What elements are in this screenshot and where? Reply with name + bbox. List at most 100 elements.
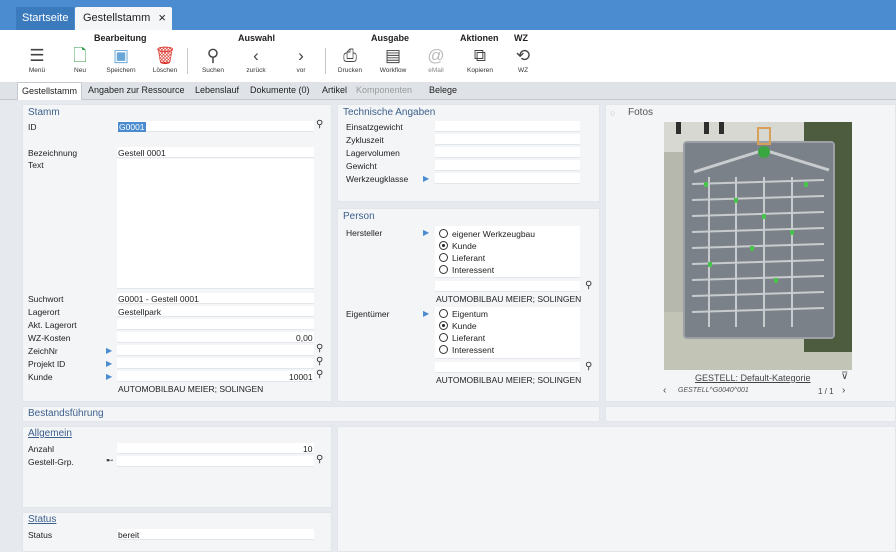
save-icon: ▣ [112,46,130,65]
search-icon[interactable]: ⚲ [316,356,323,367]
allgemein-header: Allgemein [28,428,72,439]
suchen-button[interactable]: ⚲ Suchen [193,46,233,74]
radio-hersteller-kunde[interactable] [439,241,448,250]
speichern-button[interactable]: ▣ Speichern [101,46,141,74]
arrow-right-icon[interactable]: ▶ [423,309,429,318]
eigentuemer-search-field[interactable] [435,362,580,373]
arrow-right-icon[interactable]: ➸ [106,455,114,466]
ribbon-toolbar: Bearbeitung Auswahl Ausgabe Aktionen WZ … [0,30,896,82]
search-icon[interactable]: ⚲ [585,361,592,372]
tab-dokumente[interactable]: Dokumente (0) [250,85,310,95]
id-field[interactable] [117,121,314,132]
collapse-icon[interactable]: ○ [610,108,615,118]
search-icon[interactable]: ⚲ [585,280,592,291]
chevron-right-icon[interactable]: › [842,385,845,396]
hamburger-icon: ☰ [29,46,45,65]
arrow-right-icon[interactable]: ▶ [106,346,112,355]
tab-belege[interactable]: Belege [429,85,457,95]
tab-artikel[interactable]: Artikel [322,85,347,95]
drucken-button[interactable]: ⎙ Drucken [330,46,370,74]
wz-kosten-value: 0,00 [296,333,313,343]
zykluszeit-field[interactable] [435,134,580,145]
bezeichnung-value: Gestell 0001 [118,148,166,158]
werkzeugklasse-label: Werkzeugklasse [346,174,409,184]
kunde-field[interactable] [117,371,314,382]
projekt-field[interactable] [117,358,314,369]
radio-hersteller-interessent[interactable] [439,265,448,274]
kunde-name: AUTOMOBILBAU MEIER; SOLINGEN [118,384,264,394]
radio-eigentuemer-lieferant[interactable] [439,333,448,342]
tab-gestellstamm[interactable]: Gestellstamm × [75,7,172,30]
chevron-left-icon[interactable]: ‹ [663,385,666,396]
tab-komponenten: Komponenten [356,85,413,95]
lagervolumen-field[interactable] [435,147,580,158]
hersteller-name: AUTOMOBILBAU MEIER; SOLINGEN [436,294,582,304]
zeichnr-field[interactable] [117,345,314,356]
arrow-right-icon[interactable]: ▶ [106,359,112,368]
status-field[interactable] [117,529,314,540]
arrow-right-icon[interactable]: ▶ [106,372,112,381]
vor-button[interactable]: › vor [281,46,321,74]
group-ausgabe: Ausgabe [371,33,410,43]
stamm-header: Stamm [28,107,60,118]
radio-eigentuemer-eigentum[interactable] [439,309,448,318]
tab-startseite[interactable]: Startseite [16,7,75,30]
gewicht-field[interactable] [435,160,580,171]
foto-path: GESTELL^G0040^001 [678,387,749,394]
tab-lebenslauf[interactable]: Lebenslauf [195,85,239,95]
anzahl-field[interactable] [117,443,314,454]
arrow-right-icon[interactable]: ▶ [423,228,429,237]
loeschen-button[interactable]: 🗑 Löschen [145,46,185,74]
radio-label: Interessent [452,265,495,275]
close-icon[interactable]: × [158,7,166,29]
lagerort-value: Gestellpark [118,307,161,317]
tab-gestellstamm-sub[interactable]: Gestellstamm [17,82,83,100]
title-bar: Startseite Gestellstamm × [0,0,896,30]
text-area[interactable] [117,159,314,289]
radio-eigentuemer-kunde[interactable] [439,321,448,330]
wz-kosten-field[interactable] [117,332,314,343]
workflow-icon: ▤ [384,46,402,65]
hersteller-search-field[interactable] [435,281,580,292]
menu-button[interactable]: ☰ Menü [17,46,57,74]
email-button[interactable]: @ eMail [416,46,456,74]
status-label: Status [28,530,53,540]
filter-icon[interactable]: ⊽ [841,371,848,382]
foto-image[interactable] [664,122,852,370]
gestell-grp-field[interactable] [117,456,314,467]
search-icon[interactable]: ⚲ [316,119,323,130]
group-auswahl: Auswahl [238,33,276,43]
person-header: Person [343,211,375,222]
gestell-grp-label: Gestell-Grp. [28,457,74,467]
workflow-button[interactable]: ▤ Workflow [373,46,413,74]
wz-button[interactable]: ⟲ WZ [503,46,543,74]
neu-button[interactable]: 🗋 Neu [60,46,100,74]
search-icon[interactable]: ⚲ [316,369,323,380]
status-header: Status [28,514,57,525]
chevron-left-icon: ‹ [253,46,259,65]
tab-angaben-ressource[interactable]: Angaben zur Ressource [88,85,185,95]
hersteller-label: Hersteller [346,228,383,238]
bestand-right-panel [605,406,896,422]
werkzeugklasse-field[interactable] [435,173,580,184]
kopieren-button[interactable]: ⧉ Kopieren [460,46,500,74]
search-icon[interactable]: ⚲ [316,454,323,465]
copy-icon: ⧉ [473,46,487,65]
anzahl-value: 10 [303,444,313,454]
cycle-icon: ⟲ [515,46,531,65]
foto-caption[interactable]: GESTELL: Default-Kategorie [695,373,811,383]
arrow-right-icon[interactable]: ▶ [423,174,429,183]
radio-label: Lieferant [452,333,486,343]
zurueck-button[interactable]: ‹ zurück [236,46,276,74]
radio-label: Interessent [452,345,495,355]
einsatzgewicht-field[interactable] [435,121,580,132]
radio-hersteller-lieferant[interactable] [439,253,448,262]
group-bearbeitung: Bearbeitung [94,33,147,43]
search-icon[interactable]: ⚲ [316,343,323,354]
new-document-icon: 🗋 [73,46,87,65]
akt-lagerort-field[interactable] [117,319,314,330]
kunde-value: 10001 [289,372,313,382]
radio-eigentuemer-interessent[interactable] [439,345,448,354]
id-value[interactable]: G0001 [118,122,146,132]
radio-hersteller-eigener[interactable] [439,229,448,238]
